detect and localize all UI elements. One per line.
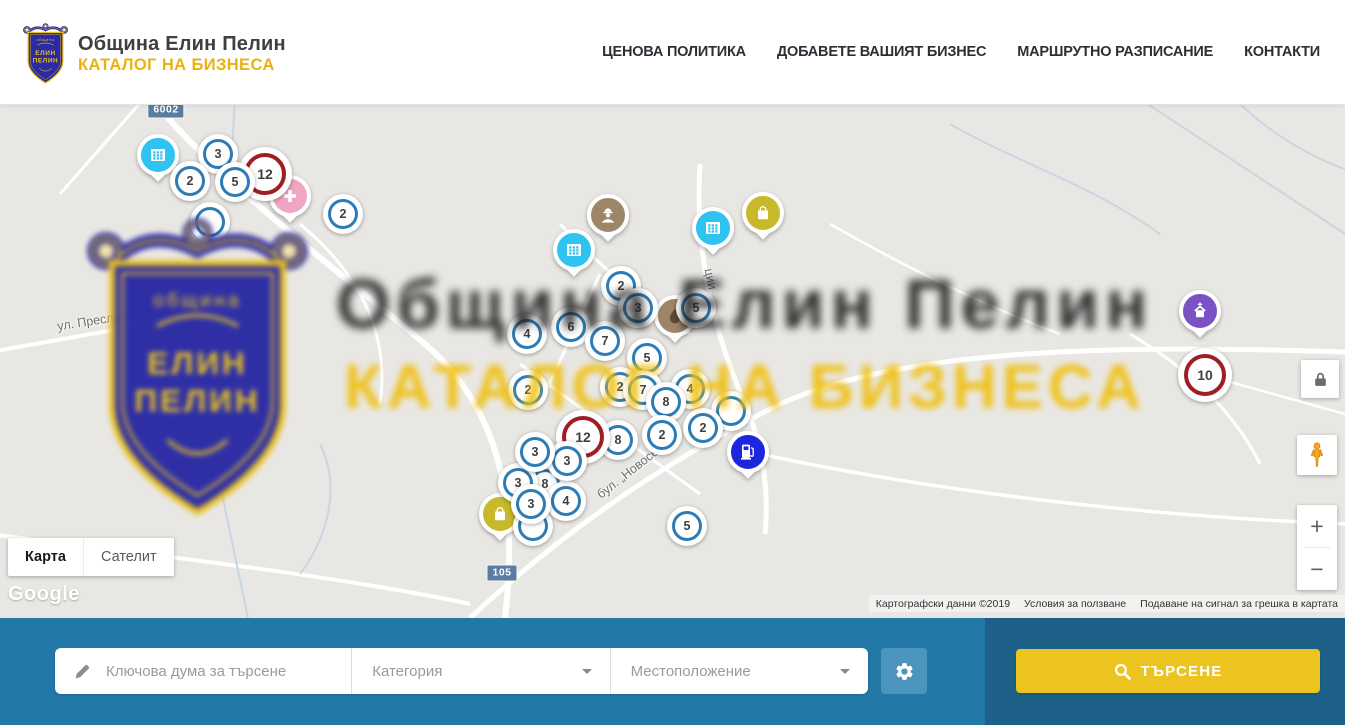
category-select[interactable]: Категория <box>351 648 609 694</box>
svg-text:ПЕЛИН: ПЕЛИН <box>33 58 59 65</box>
keyword-input[interactable] <box>104 662 351 681</box>
cluster-marker[interactable]: 2 <box>508 370 548 410</box>
svg-text:община: община <box>153 290 242 312</box>
lock-control-button[interactable] <box>1301 360 1339 398</box>
church-icon <box>1179 290 1221 332</box>
cluster-marker[interactable]: 2 <box>642 415 682 455</box>
site-title: Община Елин Пелин <box>78 33 286 56</box>
map-type-control: Карта Сателит <box>8 538 174 576</box>
zoom-in-button[interactable]: + <box>1297 505 1337 547</box>
municipality-crest-icon: община ЕЛИН ПЕЛИН <box>22 22 69 86</box>
map-type-satellite-button[interactable]: Сателит <box>83 538 174 576</box>
keyword-field <box>55 648 351 694</box>
search-button-label: ТЪРСЕНЕ <box>1141 663 1223 680</box>
terms-link[interactable]: Условия за ползване <box>1024 598 1126 610</box>
fuel-pin[interactable] <box>725 429 771 485</box>
cluster-marker[interactable]: 7 <box>585 321 625 361</box>
report-error-link[interactable]: Подаване на сигнал за грешка в картата <box>1140 598 1338 610</box>
map-canvas[interactable]: ул. Преславбул. „Новоселции 6002105 1235… <box>0 104 1345 618</box>
nav-item-bus-schedule[interactable]: МАРШРУТНО РАЗПИСАНИЕ <box>1017 44 1213 60</box>
main-nav: ЦЕНОВА ПОЛИТИКА ДОБАВЕТЕ ВАШИЯТ БИЗНЕС М… <box>602 0 1320 104</box>
factory-icon <box>553 229 595 271</box>
cluster-marker[interactable]: 10 <box>1178 348 1232 402</box>
gear-icon <box>894 661 915 682</box>
search-bar: Категория Местоположение ТЪРСЕНЕ <box>0 618 1345 725</box>
cluster-marker[interactable]: 2 <box>170 161 210 201</box>
factory-icon <box>692 207 734 249</box>
cluster-marker[interactable]: 3 <box>511 484 551 524</box>
category-select-label: Категория <box>372 663 442 680</box>
factory-pin[interactable] <box>551 227 597 283</box>
page-root: община ЕЛИН ПЕЛИН Община Елин Пелин КАТА… <box>0 0 1345 725</box>
watermark-title: Община Елин Пелин <box>336 264 1153 344</box>
bag-pin[interactable] <box>740 190 786 246</box>
google-logo[interactable]: Google <box>8 583 80 606</box>
search-submit-panel: ТЪРСЕНЕ <box>985 618 1345 725</box>
nav-item-pricing[interactable]: ЦЕНОВА ПОЛИТИКА <box>602 44 746 60</box>
road-badge: 6002 <box>147 104 184 119</box>
nav-item-contacts[interactable]: КОНТАКТИ <box>1244 44 1320 60</box>
search-icon <box>1114 663 1131 680</box>
search-fields-group: Категория Местоположение <box>55 648 868 694</box>
church-pin[interactable] <box>1177 288 1223 344</box>
street-label: ул. Преслав <box>56 309 128 334</box>
street-label: ции <box>702 267 720 291</box>
svg-text:ЕЛИН: ЕЛИН <box>147 345 248 381</box>
road-badge: 105 <box>486 565 517 582</box>
site-subtitle: КАТАЛОГ НА БИЗНЕСА <box>78 56 286 75</box>
map-type-map-button[interactable]: Карта <box>8 538 83 576</box>
cluster-marker[interactable]: 5 <box>676 288 716 328</box>
cluster-marker[interactable]: 4 <box>546 481 586 521</box>
cluster-marker[interactable]: 2 <box>683 408 723 448</box>
header: община ЕЛИН ПЕЛИН Община Елин Пелин КАТА… <box>0 0 1345 105</box>
cluster-marker[interactable]: 3 <box>515 432 555 472</box>
pegman-control[interactable] <box>1297 435 1337 475</box>
nav-item-add-business[interactable]: ДОБАВЕТЕ ВАШИЯТ БИЗНЕС <box>777 44 986 60</box>
logo-link[interactable]: община ЕЛИН ПЕЛИН Община Елин Пелин КАТА… <box>22 22 286 86</box>
fuel-icon <box>727 431 769 473</box>
watermark-crest: община ЕЛИН ПЕЛИН <box>85 212 310 527</box>
brand-text: Община Елин Пелин КАТАЛОГ НА БИЗНЕСА <box>78 33 286 75</box>
location-select-label: Местоположение <box>631 663 751 680</box>
bag-icon <box>742 192 784 234</box>
location-select[interactable]: Местоположение <box>610 648 868 694</box>
map-attribution: Картографски данни ©2019 Условия за полз… <box>869 595 1345 612</box>
pencil-icon <box>73 662 92 681</box>
cluster-marker[interactable]: 2 <box>323 194 363 234</box>
svg-text:община: община <box>37 37 55 42</box>
zoom-control: + − <box>1297 505 1337 590</box>
advanced-settings-button[interactable] <box>881 648 927 694</box>
cluster-marker[interactable] <box>190 202 230 242</box>
svg-text:ПЕЛИН: ПЕЛИН <box>134 383 260 419</box>
chevron-down-icon <box>582 669 592 674</box>
zoom-out-button[interactable]: − <box>1297 548 1337 590</box>
cluster-marker[interactable]: 5 <box>667 506 707 546</box>
svg-text:ЕЛИН: ЕЛИН <box>35 50 55 57</box>
chevron-down-icon <box>840 669 850 674</box>
pegman-icon <box>1304 441 1330 469</box>
cluster-marker[interactable]: 5 <box>215 162 255 202</box>
search-button[interactable]: ТЪРСЕНЕ <box>1016 649 1320 693</box>
attribution-copyright: Картографски данни ©2019 <box>876 598 1010 610</box>
lock-icon <box>1313 371 1328 388</box>
cluster-marker[interactable]: 3 <box>618 288 658 328</box>
factory-pin[interactable] <box>690 205 736 261</box>
cluster-marker[interactable]: 4 <box>507 314 547 354</box>
